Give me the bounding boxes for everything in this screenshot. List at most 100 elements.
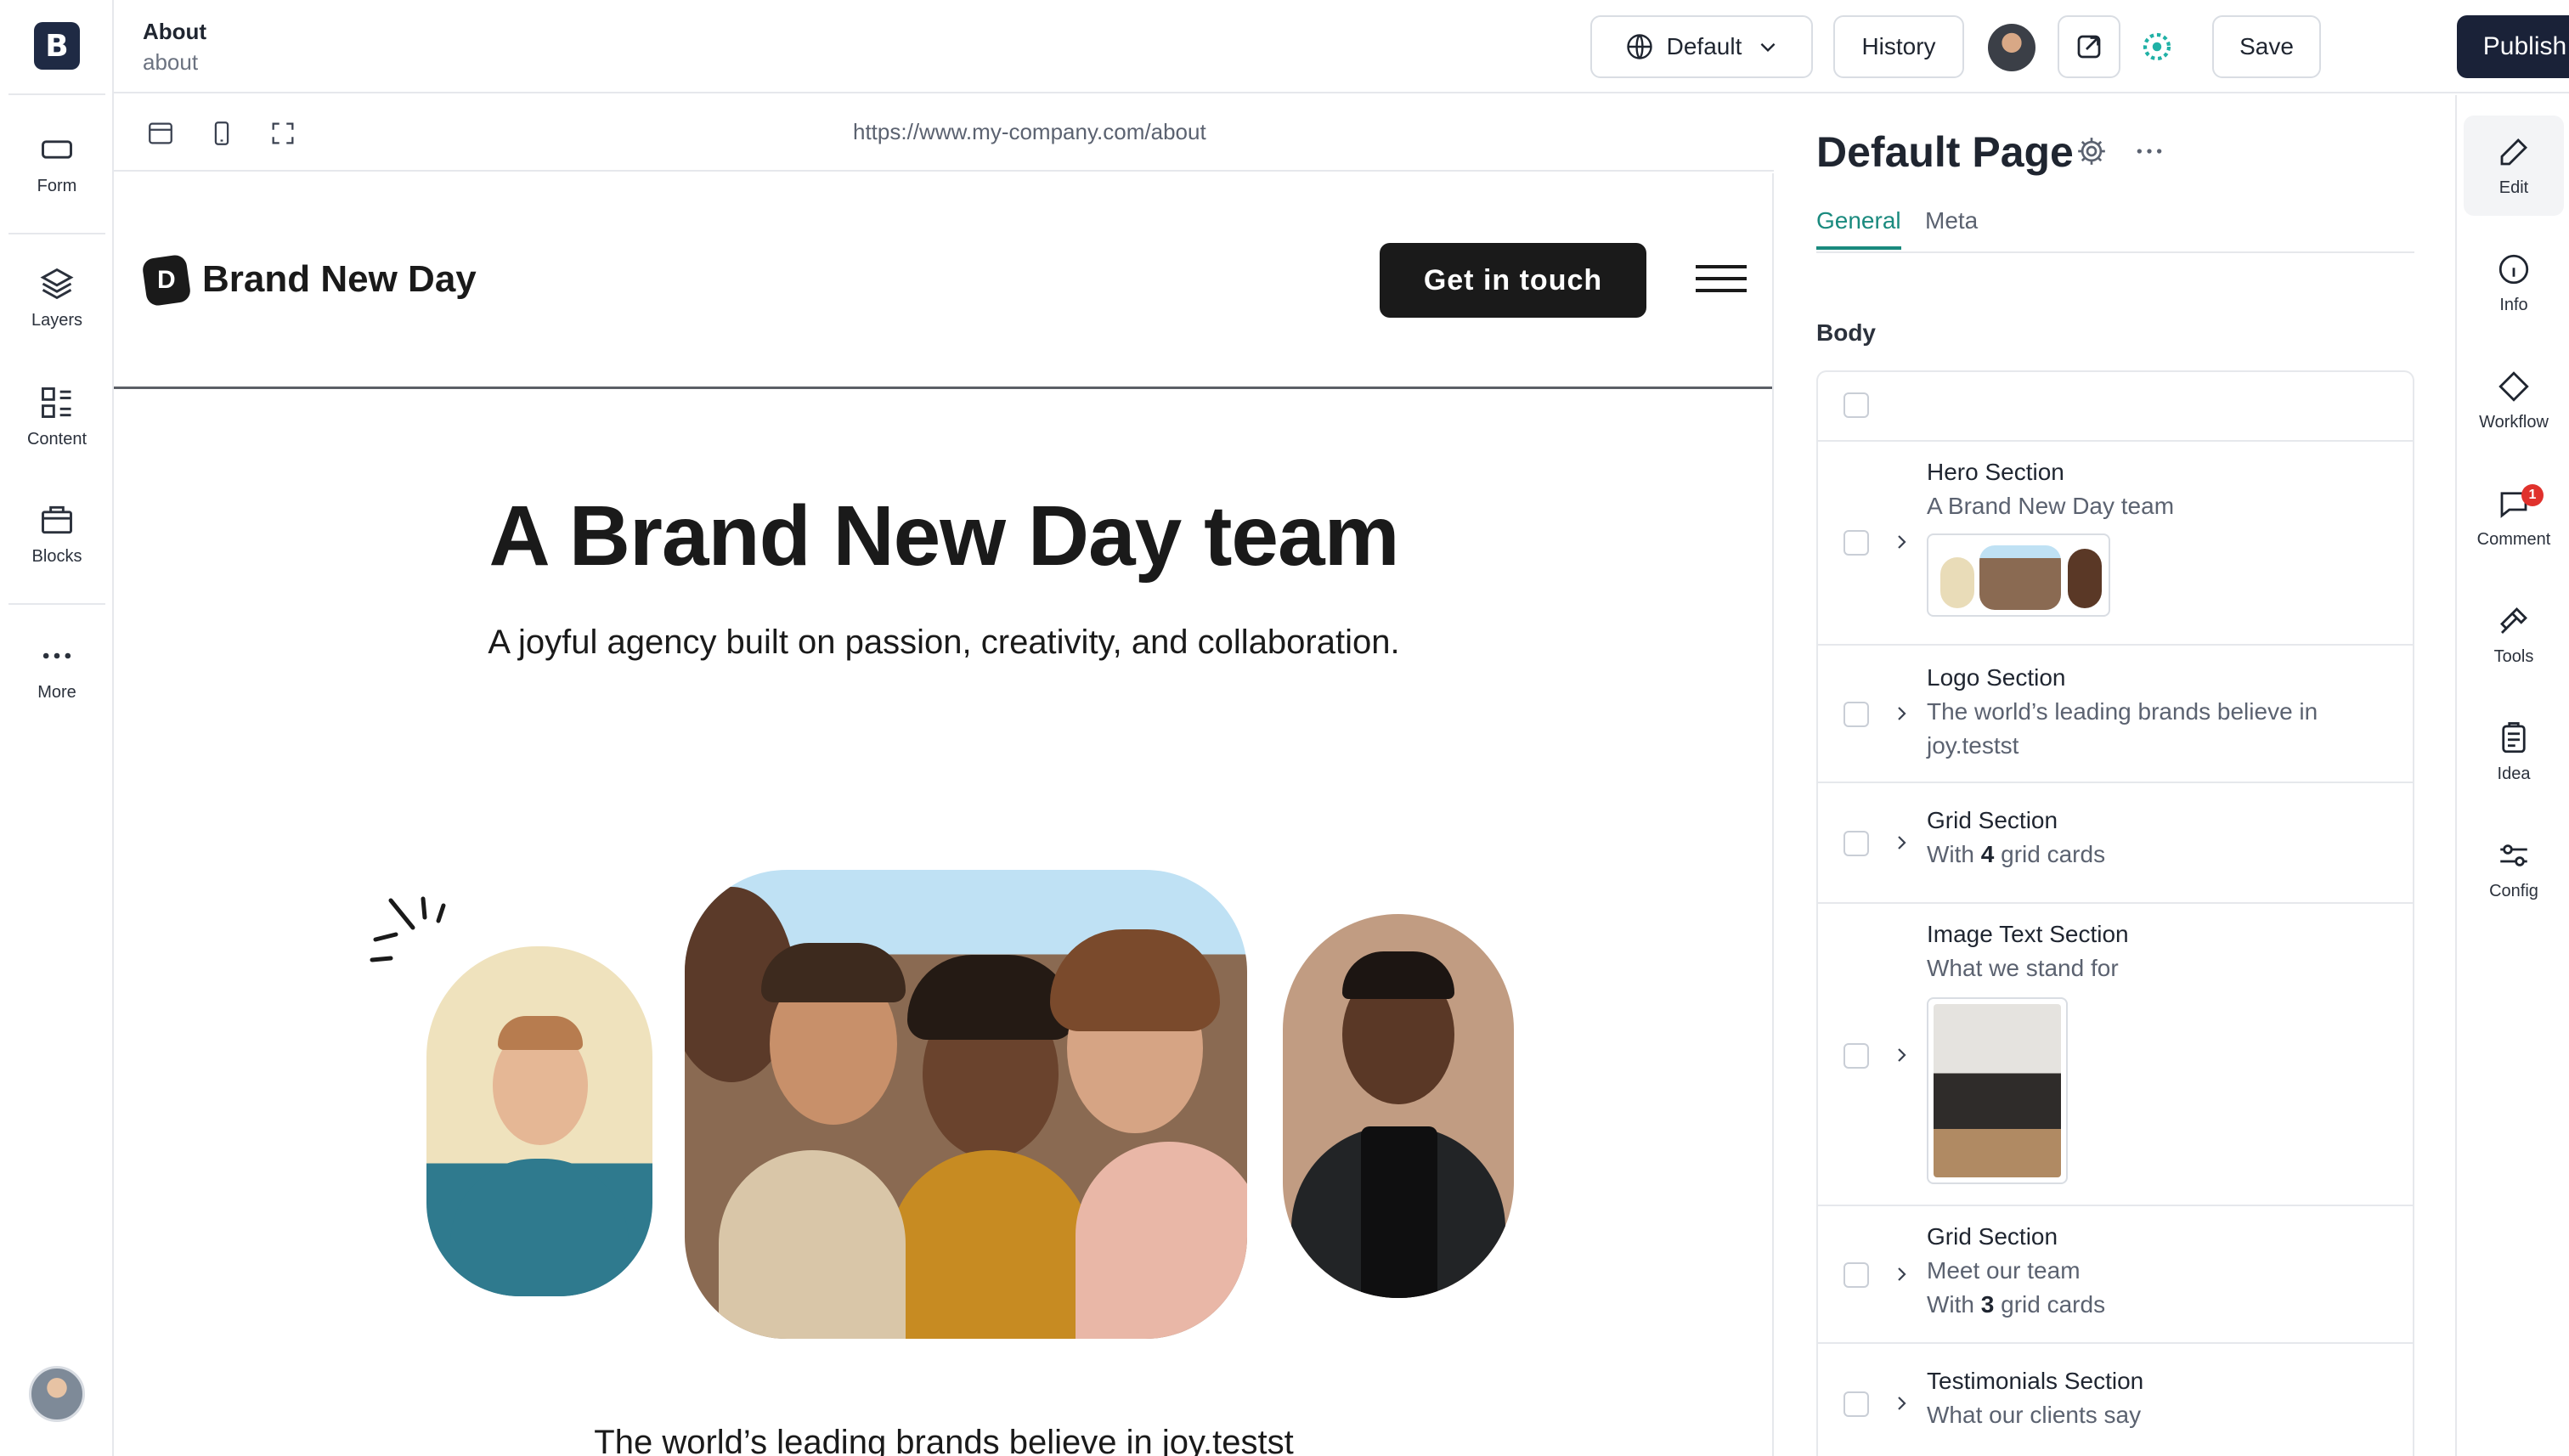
tab-meta[interactable]: Meta xyxy=(1925,207,1978,246)
chevron-right-icon[interactable] xyxy=(1891,1393,1911,1414)
mobile-view-button[interactable] xyxy=(204,116,240,151)
gear-icon[interactable] xyxy=(2075,134,2109,168)
globe-icon xyxy=(1626,34,1652,59)
block-subtitle: What our clients say xyxy=(1927,1402,2142,1428)
subtitle-prefix: With xyxy=(1927,841,1974,867)
block-title: Testimonials Section xyxy=(1927,1368,2144,1394)
block-title: Grid Section xyxy=(1927,1223,2058,1250)
app-logo[interactable]: B xyxy=(34,22,80,70)
app-logo-letter: B xyxy=(45,28,69,64)
team-photo-right xyxy=(1283,914,1514,1298)
rail-item-label: Tools xyxy=(2493,646,2534,666)
grid-card-count: 3 xyxy=(1980,1291,1995,1318)
workflow-diamond-icon xyxy=(2498,370,2529,402)
rail-item-label: Comment xyxy=(2476,529,2551,549)
rail-item-comment[interactable]: 1 Comment xyxy=(2464,467,2564,567)
save-button[interactable]: Save xyxy=(2212,15,2321,78)
block-checkbox[interactable] xyxy=(1843,1262,1869,1288)
select-all-checkbox[interactable] xyxy=(1843,392,1869,418)
user-avatar[interactable] xyxy=(29,1366,85,1422)
hamburger-menu-icon[interactable] xyxy=(1696,265,1747,296)
panel-title: Default Page xyxy=(1816,128,2074,176)
rail-item-config[interactable]: Config xyxy=(2464,819,2564,919)
brand-logo-mark[interactable]: D xyxy=(141,253,192,308)
block-subtitle: The world’s leading brands believe in jo… xyxy=(1927,698,2318,759)
subtitle-suffix: grid cards xyxy=(2001,1291,2106,1318)
block-checkbox[interactable] xyxy=(1843,1391,1869,1417)
rail-item-workflow[interactable]: Workflow xyxy=(2464,350,2564,450)
tab-general[interactable]: General xyxy=(1816,207,1901,250)
brand-name[interactable]: Brand New Day xyxy=(202,258,477,301)
rail-item-content[interactable]: Content xyxy=(0,384,114,449)
properties-panel: Default Page General Meta Body Hero Sect… xyxy=(1776,95,2455,1456)
block-thumbnail xyxy=(1927,533,2110,617)
block-subtitle: With 4 grid cards xyxy=(1927,838,2386,872)
fullscreen-button[interactable] xyxy=(265,116,301,151)
block-row-image-text[interactable]: Image Text Section What we stand for xyxy=(1818,904,2413,1206)
logo-section-heading: The world’s leading brands believe in jo… xyxy=(594,1424,1294,1456)
rail-item-blocks[interactable]: Blocks xyxy=(0,501,114,567)
rail-item-more[interactable]: More xyxy=(0,637,114,703)
block-subtitle: What we stand for xyxy=(1927,955,2119,981)
block-checkbox[interactable] xyxy=(1843,530,1869,556)
rail-item-label: Config xyxy=(2489,881,2538,900)
rail-item-label: Workflow xyxy=(2479,412,2549,432)
history-button[interactable]: History xyxy=(1833,15,1964,78)
block-row-logo[interactable]: Logo Section The world’s leading brands … xyxy=(1818,646,2413,783)
block-title: Logo Section xyxy=(1927,664,2066,691)
block-title: Grid Section xyxy=(1927,807,2058,833)
form-icon xyxy=(42,140,72,159)
comment-count-badge: 1 xyxy=(2521,484,2544,506)
block-row-testimonials[interactable]: Testimonials Section What our clients sa… xyxy=(1818,1344,2413,1456)
rail-item-label: Info xyxy=(2499,295,2528,314)
right-rail: Edit Info Workflow 1 Comment Tools Idea … xyxy=(2455,95,2569,1456)
get-in-touch-button[interactable]: Get in touch xyxy=(1380,243,1646,318)
rail-item-form[interactable]: Form xyxy=(0,131,114,196)
rail-item-tools[interactable]: Tools xyxy=(2464,584,2564,685)
rail-item-idea[interactable]: Idea xyxy=(2464,702,2564,802)
locale-dropdown[interactable]: Default xyxy=(1590,15,1813,78)
rail-item-layers[interactable]: Layers xyxy=(0,265,114,330)
block-checkbox[interactable] xyxy=(1843,831,1869,856)
hammer-icon xyxy=(2500,607,2527,634)
open-external-button[interactable] xyxy=(2058,15,2120,78)
desktop-view-button[interactable] xyxy=(143,116,178,151)
rail-item-label: More xyxy=(37,683,76,702)
history-label: History xyxy=(1861,33,1936,59)
rail-item-info[interactable]: Info xyxy=(2464,233,2564,333)
browser-window-icon xyxy=(149,122,172,144)
content-icon xyxy=(42,387,71,418)
block-subtitle-secondary: With 3 grid cards xyxy=(1927,1288,2386,1322)
rail-item-label: Edit xyxy=(2498,178,2529,197)
block-checkbox[interactable] xyxy=(1843,702,1869,727)
collaborator-avatar[interactable] xyxy=(1988,24,2035,71)
team-photo-center xyxy=(685,870,1247,1339)
block-checkbox[interactable] xyxy=(1843,1043,1869,1069)
grid-card-count: 4 xyxy=(1980,841,1995,867)
chevron-right-icon[interactable] xyxy=(1891,832,1911,853)
page-slug: about xyxy=(143,49,199,75)
rail-divider xyxy=(8,233,105,234)
chevron-right-icon[interactable] xyxy=(1891,532,1911,552)
chevron-right-icon[interactable] xyxy=(1891,1264,1911,1284)
rail-item-edit[interactable]: Edit xyxy=(2464,116,2564,216)
chevron-down-icon xyxy=(1760,42,1776,53)
block-list-header xyxy=(1818,372,2413,442)
pencil-icon xyxy=(2500,138,2527,165)
chevron-right-icon[interactable] xyxy=(1891,703,1911,724)
block-row-grid[interactable]: Grid Section Meet our team With 3 grid c… xyxy=(1818,1206,2413,1344)
block-row-hero[interactable]: Hero Section A Brand New Day team xyxy=(1818,442,2413,646)
site-header: D Brand New Day Get in touch xyxy=(114,173,1772,389)
more-dots-icon[interactable] xyxy=(2132,134,2166,168)
clipboard-icon xyxy=(2502,721,2526,753)
block-row-grid[interactable]: Grid Section With 4 grid cards xyxy=(1818,783,2413,904)
rail-item-label: Layers xyxy=(31,311,83,330)
rail-item-label: Form xyxy=(37,177,77,195)
block-thumbnail xyxy=(1927,997,2068,1184)
blocks-icon xyxy=(42,505,72,534)
team-photo-left xyxy=(426,946,652,1296)
publish-button[interactable]: Publish xyxy=(2457,15,2569,78)
rail-item-label: Content xyxy=(26,430,88,449)
rail-divider xyxy=(8,93,105,95)
chevron-right-icon[interactable] xyxy=(1891,1045,1911,1065)
